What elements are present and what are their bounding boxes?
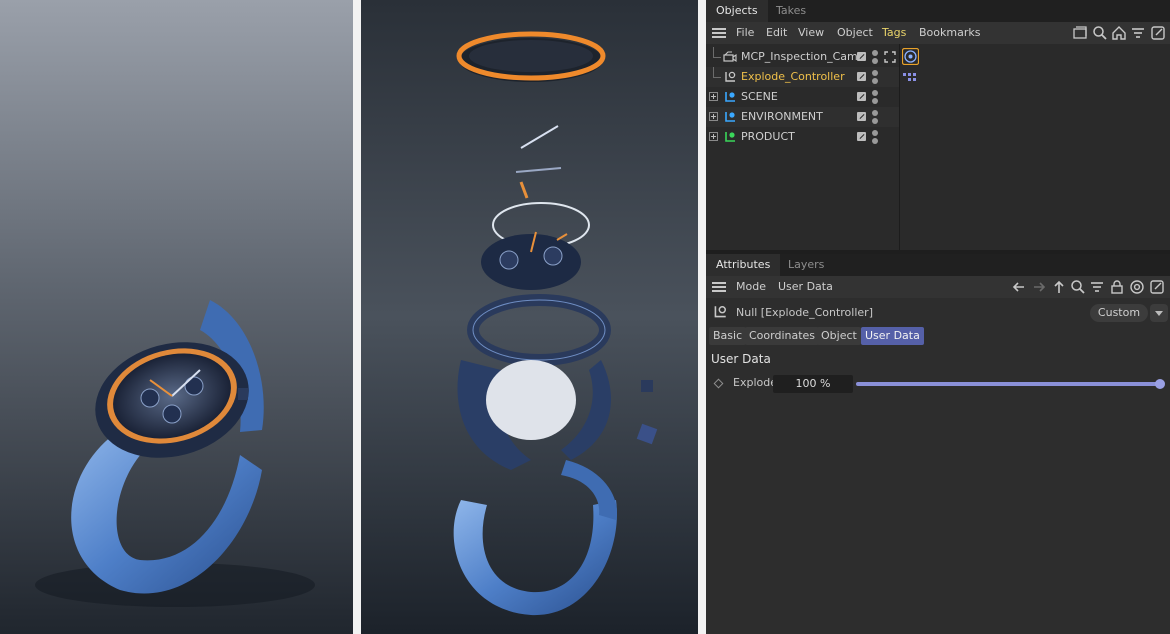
chevron-down-icon[interactable] [1150, 304, 1168, 322]
object-title: Null [Explode_Controller] [736, 306, 873, 319]
tree-item-name: PRODUCT [741, 130, 795, 143]
subtab-object[interactable]: Object [817, 327, 861, 345]
group-title: User Data [711, 352, 771, 366]
visibility-dots-icon[interactable] [872, 130, 878, 144]
explode-slider[interactable] [856, 379, 1165, 389]
search-icon[interactable] [1092, 25, 1108, 41]
menu-tags[interactable]: Tags [882, 22, 906, 44]
forward-arrow-icon[interactable] [1031, 279, 1047, 295]
tab-layers[interactable]: Layers [778, 254, 834, 276]
visibility-dots-icon[interactable] [872, 70, 878, 84]
tree-line [713, 77, 721, 78]
target-icon[interactable] [1129, 279, 1145, 295]
assembled-watch-render [0, 0, 353, 634]
null-icon [725, 112, 735, 122]
expand-icon[interactable] [709, 92, 718, 101]
user-data-tag-icon[interactable] [903, 72, 917, 82]
keyframe-diamond-icon[interactable] [713, 378, 724, 389]
filter-icon[interactable] [1089, 279, 1105, 295]
null-icon [714, 306, 726, 318]
preset-button[interactable]: Custom [1090, 304, 1148, 322]
objects-menubar: File Edit View Object Tags Bookmarks [706, 22, 1170, 44]
subtab-user-data[interactable]: User Data [861, 327, 924, 345]
visibility-dots-icon[interactable] [872, 110, 878, 124]
tab-takes[interactable]: Takes [766, 0, 816, 22]
edit-flag-icon[interactable] [857, 132, 866, 141]
menu-edit[interactable]: Edit [766, 22, 787, 44]
focus-target-tag-icon[interactable] [902, 48, 919, 65]
tree-item-name: MCP_Inspection_Cam [741, 50, 858, 63]
menu-object[interactable]: Object [837, 22, 873, 44]
lock-icon[interactable] [1109, 279, 1125, 295]
hamburger-menu-icon[interactable] [712, 282, 726, 292]
new-window-icon[interactable] [1150, 25, 1166, 41]
render-view-exploded [361, 0, 698, 634]
objects-tabbar: Objects Takes [706, 0, 1170, 22]
visibility-dots-icon[interactable] [872, 90, 878, 104]
menu-user-data[interactable]: User Data [778, 276, 833, 298]
attributes-menubar: Mode User Data [706, 276, 1170, 298]
fullscreen-tag-icon[interactable] [884, 51, 896, 63]
tree-line [713, 47, 714, 57]
edit-flag-icon[interactable] [857, 72, 866, 81]
subtab-basic[interactable]: Basic [709, 327, 747, 345]
filter-icon[interactable] [1130, 25, 1146, 41]
tree-item-name: ENVIRONMENT [741, 110, 823, 123]
visibility-dots-icon[interactable] [872, 50, 878, 64]
tree-line [713, 57, 721, 58]
menu-file[interactable]: File [736, 22, 754, 44]
home-icon[interactable] [1111, 25, 1127, 41]
explode-value-field[interactable]: 100 % [773, 375, 853, 393]
tree-row-camera[interactable]: MCP_Inspection_Cam [706, 47, 919, 67]
menu-bookmarks[interactable]: Bookmarks [919, 22, 980, 44]
tree-row-environment[interactable]: ENVIRONMENT [706, 107, 899, 127]
null-icon [725, 132, 735, 142]
tree-row-explode-controller[interactable]: Explode_Controller [706, 67, 916, 87]
null-icon [725, 92, 735, 102]
back-arrow-icon[interactable] [1011, 279, 1027, 295]
tree-item-name: Explode_Controller [741, 70, 845, 83]
search-icon[interactable] [1070, 279, 1086, 295]
tab-attributes[interactable]: Attributes [706, 254, 781, 276]
explode-slider-knob[interactable] [1155, 379, 1165, 389]
up-arrow-icon[interactable] [1051, 279, 1067, 295]
attributes-tabbar: Attributes Layers [706, 254, 1170, 276]
camera-icon [723, 51, 737, 63]
cinema4d-panels: Objects Takes File Edit View Object Tags… [706, 0, 1170, 634]
hamburger-menu-icon[interactable] [712, 28, 726, 38]
folder-icon[interactable] [1072, 25, 1088, 41]
tree-line [713, 67, 714, 77]
edit-flag-icon[interactable] [857, 52, 866, 61]
new-window-icon[interactable] [1149, 279, 1165, 295]
param-label-explode: Explode [733, 376, 777, 389]
edit-flag-icon[interactable] [857, 112, 866, 121]
tab-objects[interactable]: Objects [706, 0, 768, 22]
render-view-assembled [0, 0, 353, 634]
exploded-watch-render [361, 0, 698, 634]
tree-item-name: SCENE [741, 90, 778, 103]
object-tree: MCP_Inspection_Cam Explode_Controller SC… [706, 44, 1170, 250]
attributes-panel: Attributes Layers Mode User Data Null [E… [706, 254, 1170, 634]
tree-row-scene[interactable]: SCENE [706, 87, 899, 107]
edit-flag-icon[interactable] [857, 92, 866, 101]
expand-icon[interactable] [709, 112, 718, 121]
explode-slider-fill [856, 382, 1160, 386]
null-icon [725, 71, 736, 82]
tree-row-product[interactable]: PRODUCT [706, 127, 899, 147]
subtab-coordinates[interactable]: Coordinates [745, 327, 820, 345]
menu-mode[interactable]: Mode [736, 276, 766, 298]
expand-icon[interactable] [709, 132, 718, 141]
menu-view[interactable]: View [798, 22, 824, 44]
tree-column-divider [899, 44, 900, 250]
